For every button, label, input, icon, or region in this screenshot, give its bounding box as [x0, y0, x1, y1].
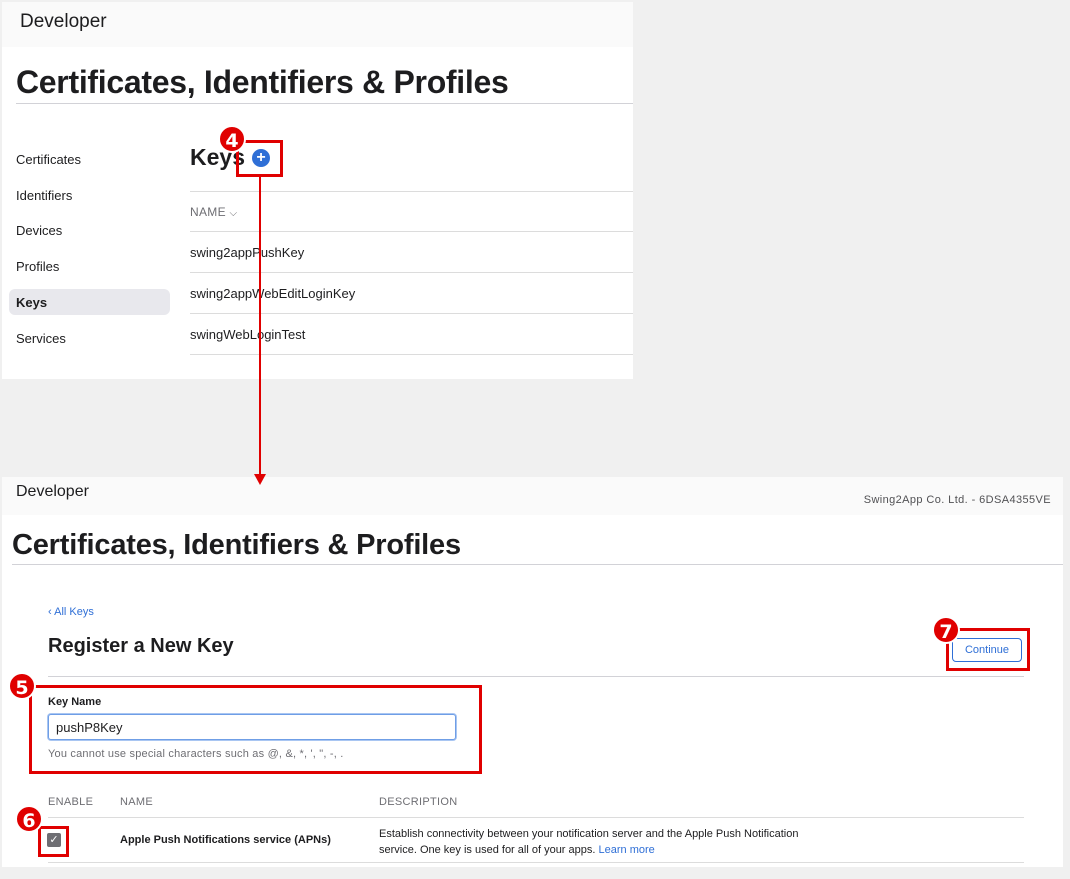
column-header-label: NAME [190, 205, 226, 219]
developer-logo[interactable]: Developer [16, 11, 107, 33]
table-divider [48, 817, 1024, 818]
table-divider [190, 272, 633, 273]
service-description-text: Establish connectivity between your noti… [379, 828, 799, 856]
page-title: Certificates, Identifiers & Profiles [12, 529, 461, 561]
table-divider [190, 313, 633, 314]
table-divider [48, 862, 1024, 863]
annotation-arrow-line [259, 175, 261, 475]
sidebar-item-certificates[interactable]: Certificates [16, 152, 81, 167]
key-row-swingWebLoginTest[interactable]: swingWebLoginTest [190, 327, 305, 342]
annotation-badge-step7: 7 [932, 616, 960, 644]
table-divider [190, 191, 633, 192]
page-title: Certificates, Identifiers & Profiles [16, 64, 509, 100]
sidebar-item-keys[interactable]: Keys [16, 295, 47, 310]
all-keys-back-link[interactable]: ‹ All Keys [48, 606, 94, 618]
description-column-header: DESCRIPTION [379, 796, 458, 808]
sidebar-item-profiles[interactable]: Profiles [16, 259, 59, 274]
table-divider [190, 231, 633, 232]
annotation-box-checkbox [38, 826, 69, 857]
annotation-badge-step5: 5 [8, 672, 36, 700]
sort-chevron-icon: ⌵ [229, 208, 238, 219]
keys-list-screenshot: Developer Certificates, Identifiers & Pr… [2, 2, 633, 379]
sidebar-item-services[interactable]: Services [16, 331, 66, 346]
service-name: Apple Push Notifications service (APNs) [120, 834, 331, 846]
global-header: Developer Swing2App Co. Ltd. - 6DSA4355V… [2, 477, 1063, 515]
heading-divider [48, 676, 1024, 677]
register-key-screenshot: Developer Swing2App Co. Ltd. - 6DSA4355V… [2, 477, 1063, 867]
sidebar-item-identifiers[interactable]: Identifiers [16, 188, 72, 203]
brand-label: Developer [20, 11, 107, 32]
sidebar-item-devices[interactable]: Devices [16, 223, 62, 238]
team-name[interactable]: Swing2App Co. Ltd. - 6DSA4355VE [864, 494, 1051, 506]
register-key-heading: Register a New Key [48, 635, 234, 657]
table-divider [190, 354, 633, 355]
service-description: Establish connectivity between your noti… [379, 826, 799, 858]
key-row-swing2appWebEditLoginKey[interactable]: swing2appWebEditLoginKey [190, 286, 355, 301]
annotation-badge-step4: 4 [218, 125, 246, 153]
name-column-header[interactable]: NAME ⌵ [190, 205, 237, 219]
annotation-badge-step6: 6 [15, 805, 43, 833]
name-column-header: NAME [120, 796, 153, 808]
brand-label: Developer [16, 483, 89, 500]
title-divider [16, 103, 633, 104]
annotation-box-key-name [29, 685, 482, 774]
enable-column-header: ENABLE [48, 796, 94, 808]
developer-logo[interactable]: Developer [12, 483, 89, 501]
learn-more-link[interactable]: Learn more [599, 844, 655, 856]
arrow-down-icon [254, 474, 266, 485]
title-divider [12, 564, 1063, 565]
global-header: Developer [2, 2, 633, 47]
key-row-swing2appPushKey[interactable]: swing2appPushKey [190, 245, 304, 260]
